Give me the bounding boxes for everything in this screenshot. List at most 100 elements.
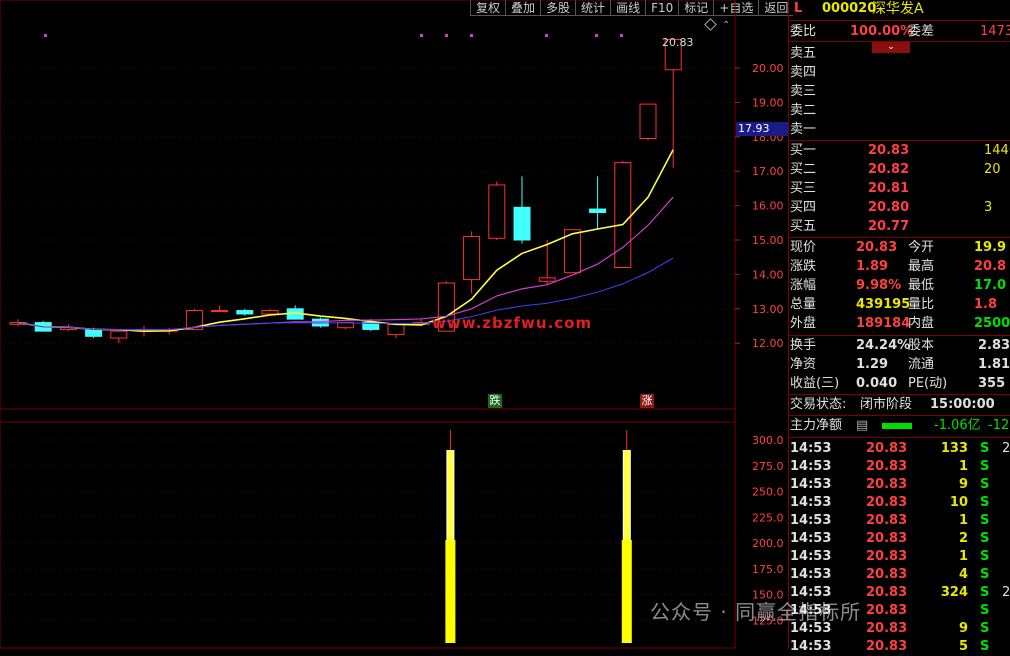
- tick-extra: 2: [1002, 585, 1010, 600]
- buy-label: 买三: [790, 181, 817, 196]
- kline-chart-area[interactable]: 20.00 19.00 18.00 17.00 16.00 15.00 14.00 13.00…: [0, 0, 788, 649]
- buy-label: 买二: [790, 162, 817, 177]
- tick-row: 14:53 20.83 133 S 2: [788, 440, 1010, 458]
- stat-label: 内盘: [908, 316, 935, 331]
- weicha-label: 委差: [908, 24, 935, 39]
- sell-label: 卖四: [790, 65, 817, 80]
- tick-row: 14:53 20.83 1 S: [788, 548, 1010, 566]
- tick-volume: 9: [958, 477, 968, 492]
- buy-row: 买二 20.82 20: [788, 161, 1010, 179]
- signal-dot: [595, 34, 598, 37]
- stat-value: 17.0: [974, 278, 1007, 293]
- tick-time: 14:53: [790, 459, 832, 474]
- signal-dot: [470, 34, 473, 37]
- price-axis-label: 13.00: [752, 303, 784, 316]
- stat-label: 流通: [908, 357, 935, 372]
- tick-time: 14:53: [790, 513, 832, 528]
- stat-row: 外盘 189184内盘 25001: [788, 315, 1010, 333]
- candle-up: [463, 236, 481, 281]
- buy-row: 买一 20.83 1446: [788, 142, 1010, 160]
- stat-value: 19.9: [974, 240, 1007, 255]
- watermark-text: www.zbzfwu.com: [432, 314, 593, 332]
- stat-row: 涨跌 1.89 最高 20.8: [788, 258, 1010, 276]
- candle-up: [387, 323, 405, 336]
- trade-status-value: 闭市阶段: [860, 397, 913, 412]
- tick-time: 14:53: [790, 441, 832, 456]
- sell-label: 卖二: [790, 103, 817, 118]
- tick-time: 14:53: [790, 531, 832, 546]
- tick-price: 20.83: [866, 567, 908, 582]
- tick-price: 20.83: [866, 477, 908, 492]
- tick-row: 14:53 20.83 1 S: [788, 458, 1010, 476]
- tick-price: 20.83: [866, 459, 908, 474]
- buy-volume: 20: [984, 162, 1001, 177]
- stock-name: 深华发A: [872, 1, 924, 17]
- stat-value: 189184: [856, 316, 911, 331]
- current-price-tag: 17.93: [736, 122, 788, 136]
- tick-side: S: [980, 495, 990, 510]
- price-axis-label: 16.00: [752, 200, 784, 213]
- list-icon[interactable]: ▤: [856, 417, 868, 435]
- tick-row: 14:53 20.83 5 S: [788, 638, 1010, 656]
- stat-label: 涨跌: [790, 259, 817, 274]
- buy-price: 20.77: [868, 219, 910, 234]
- quote-panel: L 000020 深华发A 委比 100.00% 委差 1473 ⌄ 卖五 卖四卖…: [788, 0, 1010, 654]
- buy-row: 买三 20.81: [788, 180, 1010, 198]
- volume-signal-bar: [623, 450, 630, 550]
- volume-signal-base: [445, 540, 456, 643]
- tick-volume: 1: [958, 459, 968, 474]
- stat-row: 现价 20.83 今开 19.9: [788, 239, 1010, 257]
- candle-down: [513, 206, 531, 241]
- kline-chart-svg[interactable]: 20.0019.0018.0017.0016.0015.0014.0013.00…: [0, 0, 787, 649]
- candle-down: [236, 310, 254, 315]
- candle-down: [85, 328, 103, 337]
- stat-value: 2.83: [978, 338, 1010, 353]
- candle-up: [538, 277, 556, 282]
- weibi-row: 委比 100.00% 委差 1473: [788, 23, 1010, 41]
- tick-row: 14:53 20.83 1 S: [788, 512, 1010, 530]
- signal-dot: [545, 34, 548, 37]
- buy-label: 买四: [790, 200, 817, 215]
- buy-row: 买五 20.77: [788, 218, 1010, 236]
- stat-row: 净资 1.29 流通 1.81: [788, 356, 1010, 374]
- quote-header: L 000020 深华发A: [788, 0, 1010, 18]
- buy-label: 买五: [790, 219, 817, 234]
- stat-row: 涨幅 9.98% 最低 17.0: [788, 277, 1010, 295]
- tick-side: S: [980, 621, 990, 636]
- tick-side: S: [980, 603, 990, 618]
- tick-volume: 324: [940, 585, 968, 600]
- stat-label: 换手: [790, 338, 817, 353]
- stat-value: 20.8: [974, 259, 1007, 274]
- sell-label: 卖一: [790, 122, 817, 137]
- tick-row: 14:53 20.83 4 S: [788, 566, 1010, 584]
- tick-price: 20.83: [866, 495, 908, 510]
- buy-row: 买四 20.80 3: [788, 199, 1010, 217]
- weibi-label: 委比: [790, 24, 817, 39]
- tick-price: 20.83: [866, 513, 908, 528]
- trade-status-time: 15:00:00: [930, 397, 995, 412]
- tick-volume: 1: [958, 549, 968, 564]
- sell-row: 卖四: [788, 64, 1010, 82]
- price-axis-label: 15.00: [752, 234, 784, 247]
- stat-label: 涨幅: [790, 278, 817, 293]
- candle-up: [110, 330, 128, 339]
- stat-value: 20.83: [856, 240, 898, 255]
- volume-axis-label: 225.0: [752, 511, 784, 524]
- tick-volume: 10: [949, 495, 968, 510]
- stat-label: 总量: [790, 297, 817, 312]
- tick-volume: 1: [958, 513, 968, 528]
- tick-side: S: [980, 513, 990, 528]
- tick-time: 14:53: [790, 567, 832, 582]
- chevron-up-icon[interactable]: ⌃: [722, 20, 730, 31]
- stat-label: 最高: [908, 259, 935, 274]
- trade-status-row: 交易状态: 闭市阶段 15:00:00: [788, 396, 1010, 414]
- tick-row: 14:53 20.83 10 S: [788, 494, 1010, 512]
- price-axis-label: 17.00: [752, 165, 784, 178]
- sell-label: 卖五: [790, 46, 817, 61]
- tick-volume: 133: [940, 441, 968, 456]
- stat-label: 现价: [790, 240, 817, 255]
- stat-label: 量比: [908, 297, 935, 312]
- stat-label: 净资: [790, 357, 817, 372]
- tick-time: 14:53: [790, 495, 832, 510]
- weibi-value: 100.00%: [850, 24, 914, 39]
